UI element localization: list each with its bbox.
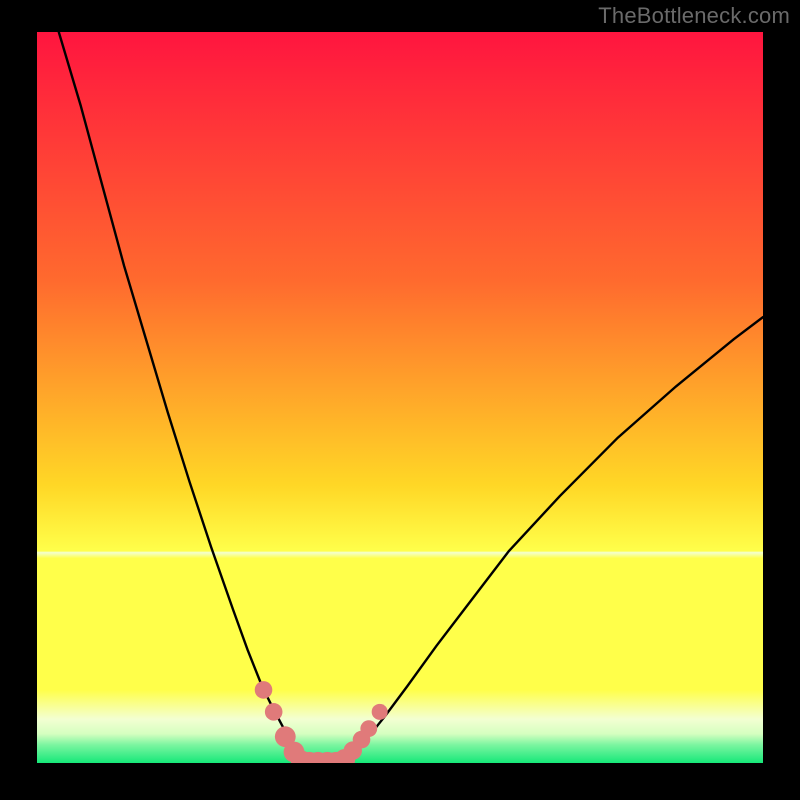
watermark-text: TheBottleneck.com: [598, 3, 790, 29]
gradient-background: [37, 32, 763, 763]
chart-svg: [37, 32, 763, 763]
frame: TheBottleneck.com: [0, 0, 800, 800]
data-marker: [372, 704, 388, 720]
data-marker: [360, 720, 377, 737]
data-marker: [265, 703, 283, 721]
plot-area: [37, 32, 763, 763]
data-marker: [255, 681, 273, 699]
